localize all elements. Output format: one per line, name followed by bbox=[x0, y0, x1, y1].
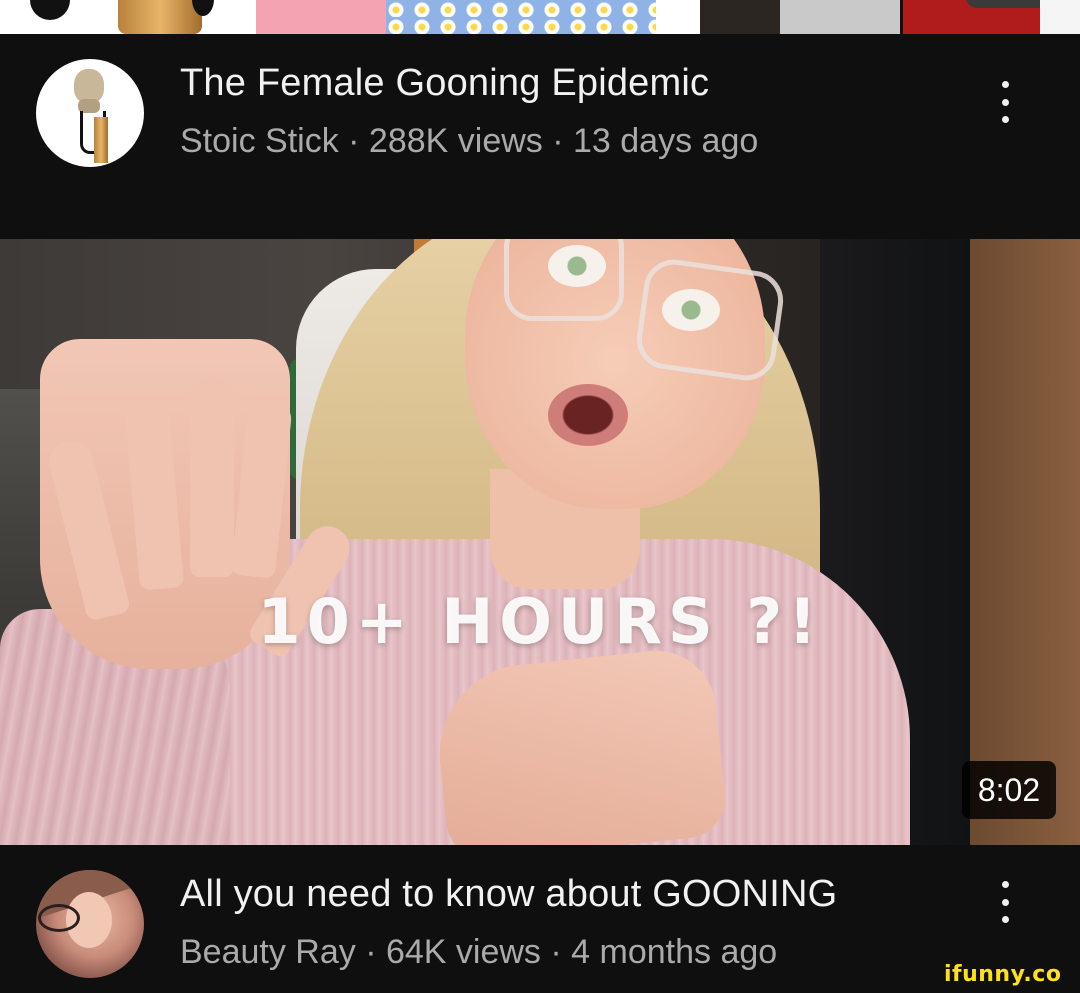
channel-avatar[interactable] bbox=[36, 59, 144, 167]
thumbnail-caption: 10+ HOURS ?! bbox=[257, 585, 823, 658]
stoic-bust-icon bbox=[74, 69, 104, 103]
video-thumbnail[interactable]: 10+ HOURS ?! 8:02 bbox=[0, 239, 1080, 845]
video-meta-row[interactable]: All you need to know about GOONING Beaut… bbox=[0, 845, 1080, 993]
glasses-icon bbox=[38, 904, 80, 932]
channel-avatar[interactable] bbox=[36, 870, 144, 978]
video-meta-row[interactable]: The Female Gooning Epidemic Stoic Stick … bbox=[0, 34, 1080, 239]
video-title[interactable]: The Female Gooning Epidemic bbox=[180, 62, 709, 105]
previous-video-thumbnail[interactable] bbox=[0, 0, 1080, 34]
video-title[interactable]: All you need to know about GOONING bbox=[180, 873, 837, 916]
duration-badge: 8:02 bbox=[962, 761, 1056, 819]
video-subline: Beauty Ray · 64K views · 4 months ago bbox=[180, 933, 778, 971]
watermark: ifunny.co bbox=[944, 962, 1062, 987]
video-subline: Stoic Stick · 288K views · 13 days ago bbox=[180, 122, 759, 160]
more-options-icon[interactable] bbox=[990, 77, 1020, 127]
more-options-icon[interactable] bbox=[990, 877, 1020, 927]
